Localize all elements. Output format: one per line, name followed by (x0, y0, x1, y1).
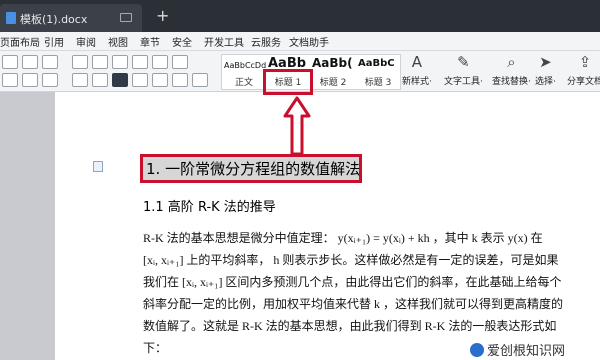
align-center-icon[interactable] (92, 73, 108, 87)
watermark: 爱创根知识网 (470, 340, 565, 359)
document-icon (6, 12, 16, 24)
align-left-icon[interactable] (72, 73, 88, 87)
menu-cloud[interactable]: 云服务 (251, 34, 281, 49)
document-tab[interactable]: 模板(1).docx (0, 4, 142, 32)
heading-2-text[interactable]: 1.1 高阶 R-K 法的推导 (143, 196, 276, 215)
new-style-label: 新样式· (402, 77, 432, 87)
body-line[interactable]: R-K 法的基本思想是微分中值定理： y(xᵢ₊₁) = y(xᵢ) + kh … (143, 229, 598, 246)
menu-security[interactable]: 安全 (172, 34, 192, 49)
menu-doc-assistant[interactable]: 文档助手 (289, 34, 329, 49)
cursor-icon: ➤ (539, 53, 552, 71)
menu-section[interactable]: 章节 (140, 34, 160, 49)
left-gutter (0, 92, 55, 360)
body-line[interactable]: 斜率分配一定的比例，用加权平均值来代替 k ，这样我们就可以得到更高精度的 (143, 295, 598, 312)
numbered-list-icon[interactable] (92, 55, 108, 69)
char-border-icon[interactable] (42, 73, 58, 87)
style-heading-3[interactable]: AaBbC 标题 3 (356, 55, 400, 89)
monitor-icon[interactable] (120, 13, 132, 22)
menu-review[interactable]: 审阅 (76, 34, 96, 49)
line-spacing-icon[interactable] (152, 73, 168, 87)
style-preview: AaBbCcDd (224, 61, 267, 70)
style-heading-2[interactable]: AaBb( 标题 2 (310, 55, 356, 89)
clear-format-icon[interactable] (22, 55, 38, 69)
share-icon: ⇪ (578, 53, 592, 71)
menu-bar: 页面布局 引用 审阅 视图 章节 安全 开发工具 云服务 文档助手 (0, 32, 600, 51)
highlight-icon[interactable] (42, 55, 58, 69)
style-preview: AaBb( (312, 56, 353, 70)
menu-view[interactable]: 视图 (108, 34, 128, 49)
select-button[interactable]: ➤ 选择· (535, 53, 556, 87)
add-tab-button[interactable]: + (156, 6, 169, 25)
style-label: 标题 3 (364, 78, 392, 88)
bullet-list-icon[interactable] (72, 55, 88, 69)
wrench-icon: ✎ (457, 53, 470, 71)
watermark-text: 爱创根知识网 (487, 344, 566, 359)
text-tool-label: 文字工具· (444, 77, 483, 87)
text-effect-icon[interactable] (2, 73, 18, 87)
align-right-icon[interactable] (132, 73, 148, 87)
body-line[interactable]: [xᵢ, xᵢ₊₁] 上的平均斜率， h 则表示步长。这样做必然是有一定的误差，… (143, 251, 598, 268)
menu-references[interactable]: 引用 (44, 34, 64, 49)
font-fill-icon[interactable] (22, 73, 38, 87)
share-label: 分享文档 (567, 77, 600, 87)
font-color-icon[interactable] (2, 55, 18, 69)
select-label: 选择· (535, 77, 556, 87)
tab-bar: 模板(1).docx + (0, 0, 600, 32)
style-normal[interactable]: AaBbCcDd 正文 (222, 55, 266, 89)
style-label: 正文 (234, 78, 253, 88)
red-arrow-icon (283, 96, 311, 156)
watermark-logo-icon (470, 343, 484, 357)
text-tool-button[interactable]: ✎ 文字工具· (444, 53, 483, 87)
magnifier-icon: ⌕ (507, 53, 516, 71)
style-preview: AaBbC (358, 58, 395, 69)
menu-page-layout[interactable]: 页面布局 (0, 34, 40, 49)
show-marks-icon[interactable] (172, 55, 188, 69)
shading-icon[interactable] (172, 73, 188, 87)
menu-developer[interactable]: 开发工具 (204, 34, 244, 49)
heading-1-text[interactable]: 1. 一阶常微分方程组的数值解法 (146, 158, 360, 179)
style-highlight-box (263, 69, 313, 95)
body-line[interactable]: 数值解了。这就是 R-K 法的基本思想，由此我们得到 R-K 法的一般表达形式如 (143, 317, 598, 334)
find-replace-button[interactable]: ⌕ 查找替换· (492, 53, 531, 87)
style-label: 标题 2 (319, 78, 347, 88)
share-button[interactable]: ⇪ 分享文档 (567, 53, 600, 87)
paragraph-mark-icon[interactable] (93, 161, 103, 172)
border-icon[interactable] (192, 73, 208, 87)
decrease-indent-icon[interactable] (112, 55, 128, 69)
sort-icon[interactable] (152, 55, 168, 69)
justify-icon[interactable] (112, 73, 128, 87)
find-replace-label: 查找替换· (492, 77, 531, 87)
body-line[interactable]: 我们在 [xᵢ, xᵢ₊₁] 区间内多预测几个点，由此得出它们的斜率，在此基础上… (143, 273, 598, 290)
new-style-button[interactable]: A 新样式· (402, 53, 432, 87)
increase-indent-icon[interactable] (132, 55, 148, 69)
document-tab-name: 模板(1).docx (20, 13, 88, 26)
new-style-icon: A (411, 53, 423, 71)
